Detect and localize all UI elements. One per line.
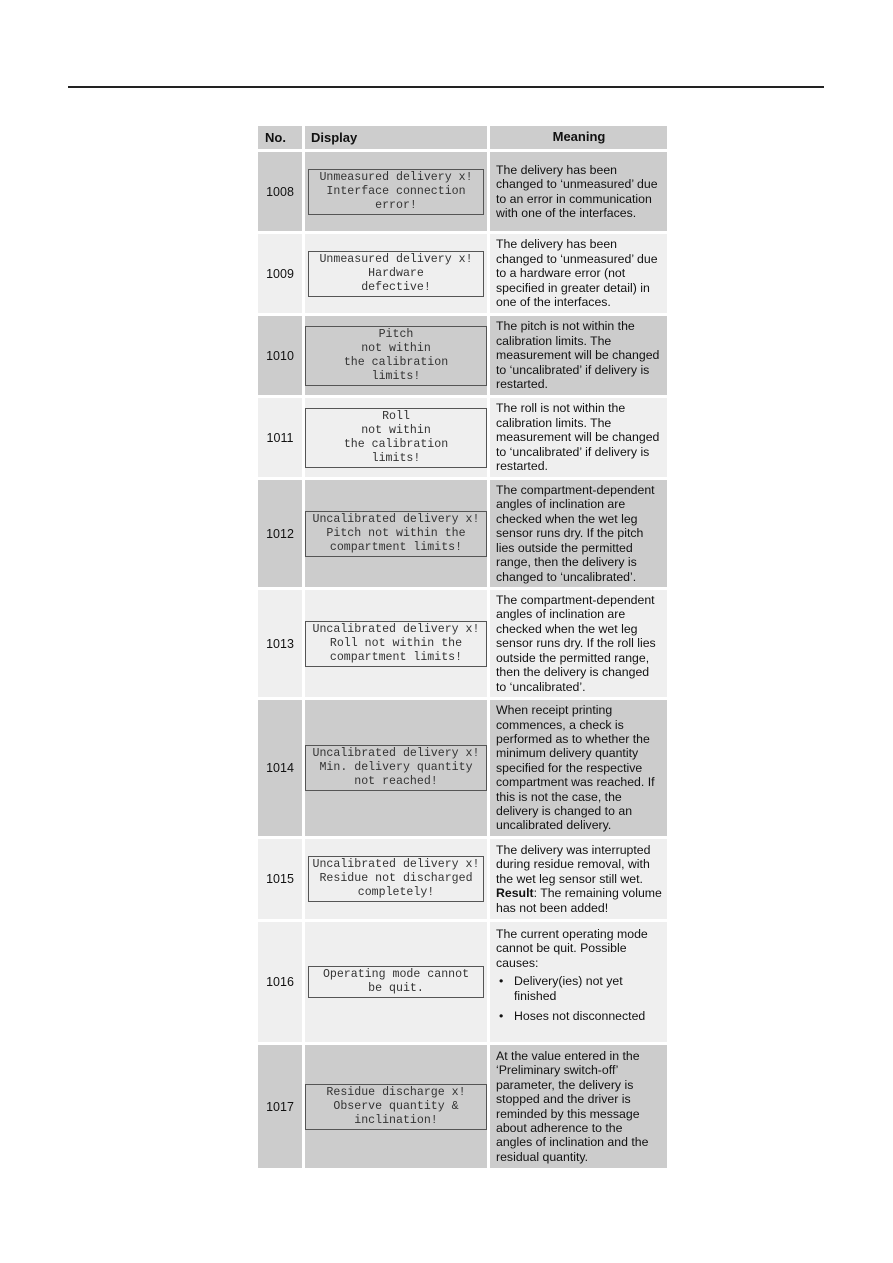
display-message: Pitch not within the calibration limits! bbox=[305, 325, 487, 386]
table-row: 1013 Uncalibrated delivery x! Roll not w… bbox=[258, 590, 667, 697]
header-rule bbox=[68, 86, 824, 88]
meaning-text: The delivery has been changed to ‘unmeas… bbox=[496, 237, 658, 310]
table-row: 1014 Uncalibrated delivery x! Min. deliv… bbox=[258, 700, 667, 836]
display-cell: Residue discharge x! Observe quantity & … bbox=[305, 1045, 487, 1168]
message-number: 1015 bbox=[258, 839, 302, 919]
meaning-cell: The compartment-dependent angles of incl… bbox=[490, 590, 667, 697]
display-cell: Pitch not within the calibration limits! bbox=[305, 316, 487, 395]
display-cell: Unmeasured delivery x! Hardware defectiv… bbox=[305, 234, 487, 313]
message-number: 1012 bbox=[258, 480, 302, 587]
meaning-text: The compartment-dependent angles of incl… bbox=[496, 593, 656, 694]
display-cell: Uncalibrated delivery x! Min. delivery q… bbox=[305, 700, 487, 836]
display-cell: Roll not within the calibration limits! bbox=[305, 398, 487, 477]
table-row: 1015 Uncalibrated delivery x! Residue no… bbox=[258, 839, 667, 919]
display-message: Unmeasured delivery x! Interface connect… bbox=[308, 168, 484, 215]
message-number: 1016 bbox=[258, 922, 302, 1042]
display-message: Residue discharge x! Observe quantity & … bbox=[305, 1083, 487, 1130]
meaning-text-block: The delivery was interrupted during resi… bbox=[496, 843, 662, 915]
message-number: 1008 bbox=[258, 152, 302, 231]
meaning-cell: The delivery has been changed to ‘unmeas… bbox=[490, 234, 667, 313]
meaning-text: The compartment-dependent angles of incl… bbox=[496, 483, 655, 584]
display-cell: Unmeasured delivery x! Interface connect… bbox=[305, 152, 487, 231]
result-label: Result bbox=[496, 886, 534, 901]
meaning-cell: The roll is not within the calibration l… bbox=[490, 398, 667, 477]
meaning-cell: The compartment-dependent angles of incl… bbox=[490, 480, 667, 587]
table-row: 1010 Pitch not within the calibration li… bbox=[258, 316, 667, 395]
meaning-text: When receipt printing commences, a check… bbox=[496, 703, 655, 833]
causes-list: Delivery(ies) not yet finished Hoses not… bbox=[496, 974, 662, 1029]
meaning-cell: The pitch is not within the calibration … bbox=[490, 316, 667, 395]
header-meaning: Meaning bbox=[490, 126, 667, 149]
meaning-text: The current operating mode cannot be qui… bbox=[496, 927, 648, 970]
meaning-cell: The delivery was interrupted during resi… bbox=[490, 839, 667, 919]
table-row: 1008 Unmeasured delivery x! Interface co… bbox=[258, 152, 667, 231]
display-message: Uncalibrated delivery x! Roll not within… bbox=[305, 620, 487, 667]
message-number: 1017 bbox=[258, 1045, 302, 1168]
meaning-cell: At the value entered in the ‘Preliminary… bbox=[490, 1045, 667, 1168]
display-message: Uncalibrated delivery x! Residue not dis… bbox=[308, 856, 484, 902]
meaning-text: The delivery was interrupted during resi… bbox=[496, 842, 651, 886]
message-number: 1013 bbox=[258, 590, 302, 697]
meaning-text: The delivery has been changed to ‘unmeas… bbox=[496, 162, 658, 220]
display-message: Roll not within the calibration limits! bbox=[305, 407, 487, 468]
cause-item: Delivery(ies) not yet finished bbox=[496, 974, 662, 1003]
header-no: No. bbox=[258, 126, 302, 149]
meaning-cell: When receipt printing commences, a check… bbox=[490, 700, 667, 836]
message-number: 1011 bbox=[258, 398, 302, 477]
display-cell: Uncalibrated delivery x! Roll not within… bbox=[305, 590, 487, 697]
table-row: 1009 Unmeasured delivery x! Hardware def… bbox=[258, 234, 667, 313]
table-row: 1011 Roll not within the calibration lim… bbox=[258, 398, 667, 477]
message-number: 1014 bbox=[258, 700, 302, 836]
cause-item: Hoses not disconnected bbox=[496, 1009, 662, 1024]
display-message: Uncalibrated delivery x! Min. delivery q… bbox=[305, 745, 487, 791]
display-message: Uncalibrated delivery x! Pitch not withi… bbox=[305, 510, 487, 557]
message-number: 1010 bbox=[258, 316, 302, 395]
message-number: 1009 bbox=[258, 234, 302, 313]
display-cell: Uncalibrated delivery x! Pitch not withi… bbox=[305, 480, 487, 587]
table-row: 1016 Operating mode cannot be quit. The … bbox=[258, 922, 667, 1042]
table-row: 1017 Residue discharge x! Observe quanti… bbox=[258, 1045, 667, 1168]
meaning-text: The roll is not within the calibration l… bbox=[496, 401, 660, 474]
meaning-text: At the value entered in the ‘Preliminary… bbox=[496, 1048, 649, 1164]
meaning-cell: The delivery has been changed to ‘unmeas… bbox=[490, 152, 667, 231]
display-message: Operating mode cannot be quit. bbox=[308, 966, 484, 998]
header-display: Display bbox=[305, 126, 487, 149]
display-cell: Operating mode cannot be quit. bbox=[305, 922, 487, 1042]
error-message-table: No. Display Meaning 1008 Unmeasured deli… bbox=[258, 126, 667, 1171]
table-row: 1012 Uncalibrated delivery x! Pitch not … bbox=[258, 480, 667, 587]
table-header-row: No. Display Meaning bbox=[258, 126, 667, 149]
display-cell: Uncalibrated delivery x! Residue not dis… bbox=[305, 839, 487, 919]
meaning-cell: The current operating mode cannot be qui… bbox=[490, 922, 667, 1042]
meaning-text: The pitch is not within the calibration … bbox=[496, 319, 660, 392]
display-message: Unmeasured delivery x! Hardware defectiv… bbox=[308, 250, 484, 297]
